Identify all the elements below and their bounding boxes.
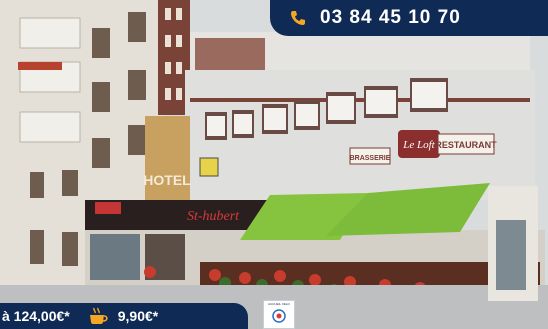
restaurant-sign: RESTAURANT <box>435 140 497 150</box>
brand-sign: St-hubert <box>187 209 240 224</box>
brasserie-sign: BRASSERIE <box>350 155 391 162</box>
coffee-cup-icon <box>88 307 110 325</box>
hotel-panel <box>145 116 190 212</box>
phone-icon <box>290 10 306 26</box>
badge-label: ACCUEIL VELO <box>268 302 290 306</box>
phone-number[interactable]: 03 84 45 10 70 <box>320 7 461 29</box>
breakfast-price: 9,90€* <box>117 308 159 324</box>
phone-banner[interactable]: 03 84 45 10 70 <box>270 0 548 36</box>
room-price: à 124,00€* <box>2 308 70 324</box>
hotel-photo: HOTEL St-hubert BRASSERIE Le Loft RESTAU… <box>0 0 548 329</box>
hotel-sign: HOTEL <box>143 172 191 188</box>
le-loft-sign: Le Loft <box>402 139 435 151</box>
price-banner: à 124,00€* 9,90€* <box>0 303 248 329</box>
accueil-velo-badge: ACCUEIL VELO <box>263 300 295 329</box>
badge-logo-icon <box>272 309 286 323</box>
yellow-sign <box>199 157 219 177</box>
